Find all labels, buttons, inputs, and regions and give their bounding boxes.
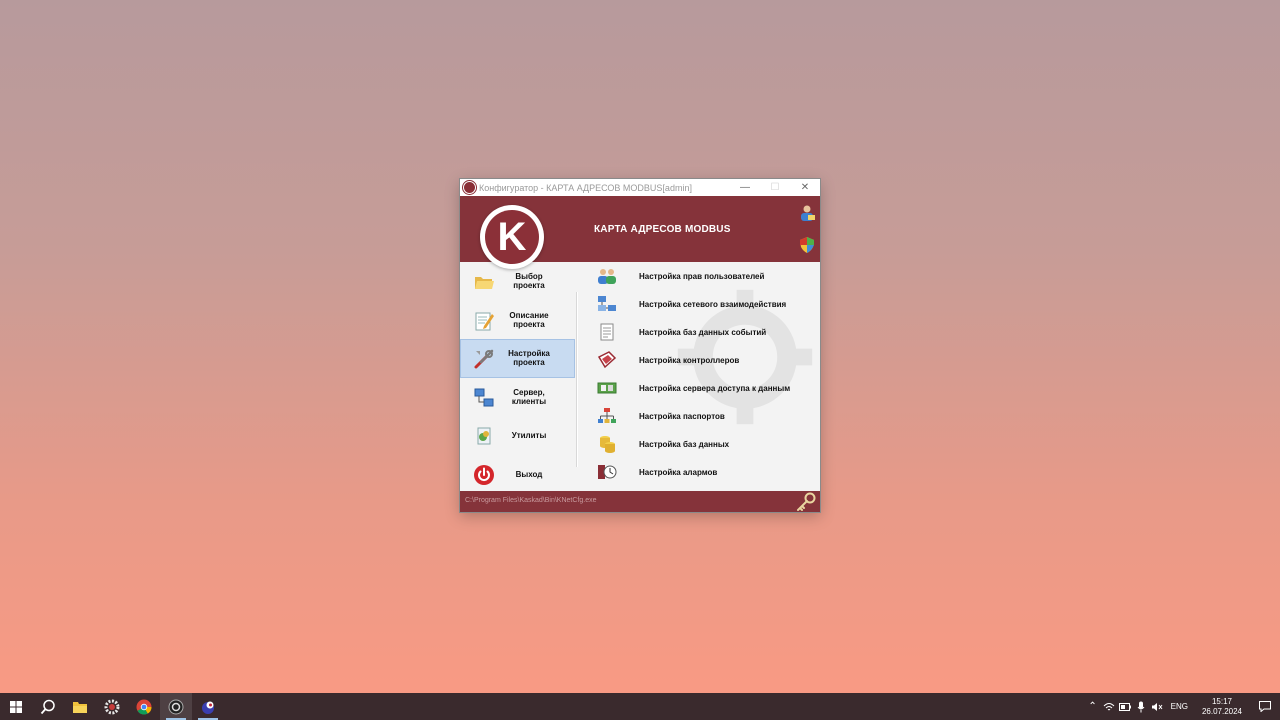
project-title: КАРТА АДРЕСОВ MODBUS <box>594 224 731 235</box>
app-header: K КАРТА АДРЕСОВ MODBUS <box>460 196 820 269</box>
clock-time: 15:17 <box>1211 696 1232 706</box>
sidebar-item-server-clients[interactable]: Сервер, клиенты <box>460 378 575 417</box>
database-icon <box>600 436 615 453</box>
taskbar-configurator[interactable] <box>160 693 192 720</box>
document-icon <box>600 323 614 341</box>
sidebar-item-exit[interactable]: Выход <box>460 455 575 494</box>
chrome-icon <box>136 699 152 715</box>
sidebar-item-project-settings[interactable]: Настройка проекта <box>460 339 575 378</box>
status-bar: C:\Program Files\Kaskad\Bin\KNetCfg.exe <box>460 491 820 512</box>
settings-menu: Настройка прав пользователей Настройка с… <box>575 262 820 491</box>
notepad-icon <box>475 312 494 331</box>
sidebar-item-label: Настройка проекта <box>508 349 550 368</box>
logo-letter: K <box>497 215 527 259</box>
configurator-window: Конфигуратор - КАРТА АДРЕСОВ MODBUS[admi… <box>460 179 820 512</box>
sidebar: Выбор проекта Описание проекта Настройка… <box>460 262 575 491</box>
menu-item-event-databases[interactable]: Настройка баз данных событий <box>575 318 820 346</box>
tools-icon <box>474 349 494 369</box>
menu-item-data-access-server[interactable]: Настройка сервера доступа к данным <box>575 374 820 402</box>
power-icon <box>474 464 494 485</box>
system-tray: ⌃ ENG 15:17 26.07.2024 <box>1085 693 1280 720</box>
taskbar-kaskad-app[interactable] <box>96 693 128 720</box>
network-computers-icon <box>598 296 616 311</box>
maximize-button[interactable]: ☐ <box>760 179 790 196</box>
file-explorer-icon <box>73 701 87 713</box>
search-icon <box>40 699 55 714</box>
sidebar-item-label: Сервер, клиенты <box>511 388 547 407</box>
users-icon <box>598 269 616 284</box>
taskbar-chrome[interactable] <box>128 693 160 720</box>
menu-item-label: Настройка контроллеров <box>639 355 740 365</box>
menu-item-user-rights[interactable]: Настройка прав пользователей <box>575 262 820 290</box>
menu-item-label: Настройка баз данных событий <box>639 327 767 337</box>
configurator-icon <box>168 699 184 714</box>
server-board-icon <box>597 382 617 394</box>
menu-item-alarms[interactable]: Настройка алармов <box>575 458 820 486</box>
network-icon <box>474 388 494 407</box>
sidebar-item-label: Описание проекта <box>509 310 549 329</box>
user-icon[interactable] <box>798 204 816 222</box>
title-bar[interactable]: Конфигуратор - КАРТА АДРЕСОВ MODBUS[admi… <box>460 179 820 196</box>
controller-icon <box>597 351 617 369</box>
volume-muted-icon[interactable] <box>1149 693 1165 720</box>
taskbar: ⌃ ENG 15:17 26.07.2024 <box>0 693 1280 720</box>
menu-item-label: Настройка сервера доступа к данным <box>639 383 791 393</box>
shield-icon[interactable] <box>798 236 816 254</box>
minimize-button[interactable]: — <box>730 179 760 196</box>
menu-item-network-interaction[interactable]: Настройка сетевого взаимодействия <box>575 290 820 318</box>
start-button[interactable] <box>0 693 32 720</box>
sidebar-item-project-description[interactable]: Описание проекта <box>460 301 575 340</box>
executable-path: C:\Program Files\Kaskad\Bin\KNetCfg.exe <box>465 497 597 504</box>
menu-item-label: Настройка алармов <box>639 467 718 477</box>
menu-item-controllers[interactable]: Настройка контроллеров <box>575 346 820 374</box>
gear-icon <box>104 699 120 714</box>
sidebar-item-label: Утилиты <box>511 431 547 441</box>
sidebar-item-label: Выбор проекта <box>513 272 545 291</box>
close-button[interactable]: ✕ <box>790 179 820 196</box>
menu-item-label: Настройка сетевого взаимодействия <box>639 299 787 309</box>
chevron-up-icon[interactable]: ⌃ <box>1085 693 1101 720</box>
language-indicator[interactable]: ENG <box>1165 702 1194 711</box>
windows-icon <box>10 700 22 713</box>
app-icon <box>202 701 214 714</box>
utilities-icon <box>477 427 491 445</box>
alarm-icon <box>598 465 617 479</box>
taskbar-other-app[interactable] <box>192 693 224 720</box>
sidebar-item-utilities[interactable]: Утилиты <box>460 416 575 455</box>
window-title: Конфигуратор - КАРТА АДРЕСОВ MODBUS[admi… <box>479 182 692 193</box>
app-icon <box>463 181 476 194</box>
microphone-icon[interactable] <box>1133 693 1149 720</box>
window-controls: — ☐ ✕ <box>730 179 820 196</box>
clock[interactable]: 15:17 26.07.2024 <box>1194 697 1250 717</box>
battery-icon[interactable] <box>1117 693 1133 720</box>
folder-icon <box>475 277 494 289</box>
notification-icon[interactable] <box>1250 701 1280 712</box>
menu-item-passports[interactable]: Настройка паспортов <box>575 402 820 430</box>
window-body: Выбор проекта Описание проекта Настройка… <box>460 262 820 491</box>
menu-item-label: Настройка прав пользователей <box>639 271 765 281</box>
wifi-icon[interactable] <box>1101 693 1117 720</box>
menu-item-label: Настройка баз данных <box>639 439 730 449</box>
sidebar-item-label: Выход <box>515 469 543 479</box>
hierarchy-icon <box>598 408 616 423</box>
taskbar-file-explorer[interactable] <box>64 693 96 720</box>
menu-item-label: Настройка паспортов <box>639 411 725 421</box>
search-button[interactable] <box>32 693 64 720</box>
kaskad-logo: K <box>480 205 544 269</box>
menu-item-databases[interactable]: Настройка баз данных <box>575 430 820 458</box>
clock-date: 26.07.2024 <box>1201 706 1242 716</box>
key-icon[interactable] <box>795 492 817 512</box>
